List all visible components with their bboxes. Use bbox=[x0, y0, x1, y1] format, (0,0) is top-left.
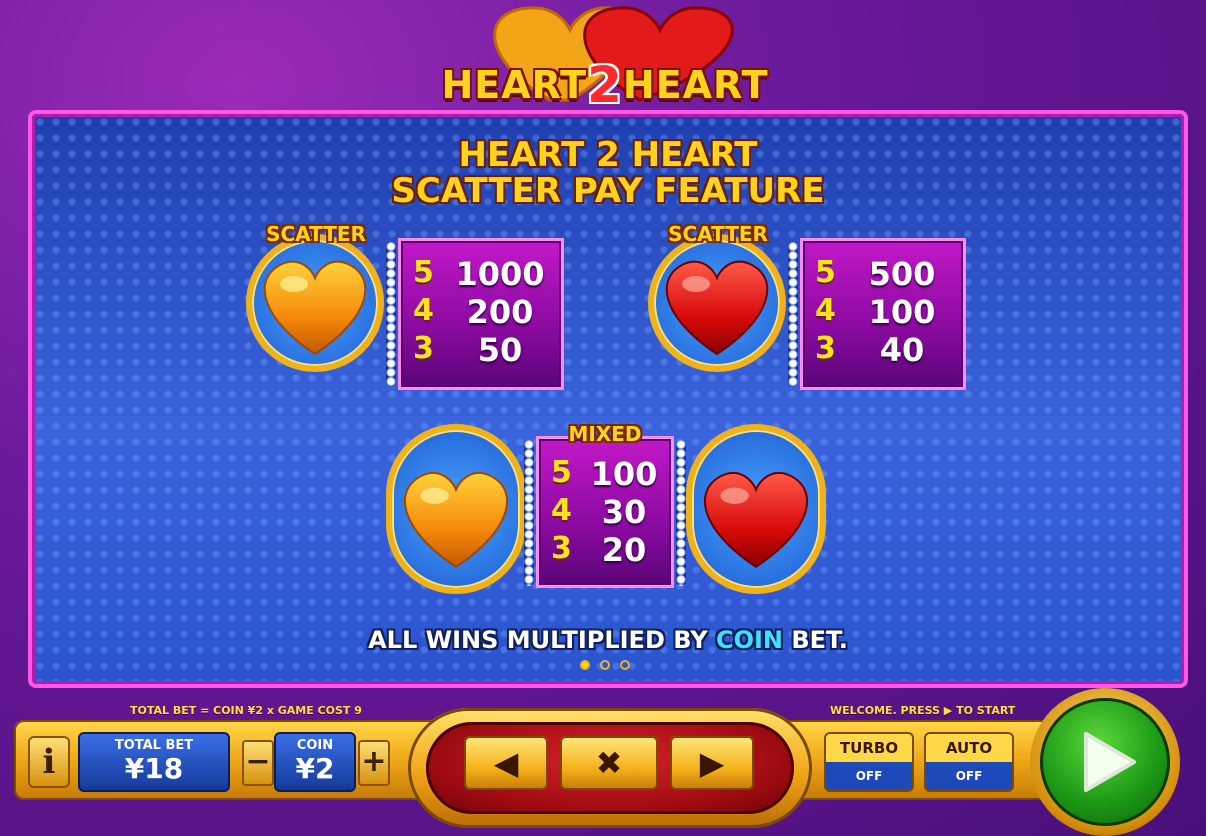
mixed-gold-symbol bbox=[386, 424, 526, 594]
panel-subtitle: SCATTER PAY FEATURE bbox=[391, 171, 825, 211]
pay-row: 5 100 bbox=[551, 455, 658, 493]
logo-text: HEART2HEART bbox=[441, 56, 769, 114]
turbo-toggle[interactable]: TURBO OFF bbox=[824, 732, 914, 792]
red-scatter-paytable: 5 500 4 100 3 40 bbox=[800, 238, 966, 390]
gold-scatter-tag: SCATTER bbox=[266, 222, 366, 246]
red-heart-icon bbox=[665, 260, 769, 356]
pay-row: 4 30 bbox=[551, 493, 647, 531]
coin-value: ¥2 bbox=[295, 752, 335, 785]
total-bet-formula: TOTAL BET = COIN ¥2 x GAME COST 9 bbox=[130, 704, 362, 717]
red-scatter-symbol bbox=[648, 234, 786, 372]
bead-divider bbox=[676, 440, 686, 586]
paytable-panel: HEART 2 HEART SCATTER PAY FEATURE SCATTE… bbox=[28, 110, 1188, 688]
total-bet-display: TOTAL BET ¥18 bbox=[78, 732, 230, 792]
game-logo: HEART2HEART bbox=[420, 0, 790, 114]
pay-row: 3 40 bbox=[815, 331, 925, 369]
bead-divider bbox=[524, 440, 534, 586]
pay-row: 4 200 bbox=[413, 293, 534, 331]
total-bet-label: TOTAL BET bbox=[114, 738, 194, 753]
panel-title: HEART 2 HEART bbox=[458, 135, 758, 175]
play-icon bbox=[1084, 732, 1136, 792]
auto-state: OFF bbox=[955, 769, 983, 783]
pay-row: 3 20 bbox=[551, 531, 647, 569]
spin-button[interactable] bbox=[1040, 698, 1170, 826]
info-button[interactable]: i bbox=[28, 736, 70, 788]
auto-label: AUTO bbox=[945, 739, 993, 757]
bead-divider bbox=[386, 242, 396, 386]
turbo-label: TURBO bbox=[839, 739, 899, 757]
page-dot[interactable] bbox=[600, 660, 610, 670]
gold-heart-icon bbox=[404, 472, 508, 569]
pay-row: 5 500 bbox=[815, 255, 936, 293]
coin-decrease-button[interactable]: − bbox=[242, 740, 274, 786]
multiplier-note: ALL WINS MULTIPLIED BY COIN BET. bbox=[368, 626, 848, 654]
gold-heart-icon bbox=[263, 260, 367, 356]
mixed-red-symbol bbox=[686, 424, 826, 594]
red-scatter-tag: SCATTER bbox=[668, 222, 768, 246]
page-dot[interactable] bbox=[620, 660, 630, 670]
gold-scatter-paytable: 5 1000 4 200 3 50 bbox=[398, 238, 564, 390]
turbo-state: OFF bbox=[855, 769, 883, 783]
close-paytable-button[interactable]: ✖ bbox=[560, 736, 658, 790]
gold-scatter-symbol bbox=[246, 234, 384, 372]
total-bet-value: ¥18 bbox=[124, 752, 184, 785]
prev-page-button[interactable]: ◀ bbox=[464, 736, 548, 790]
welcome-message: WELCOME. PRESS ▶ TO START bbox=[830, 704, 1016, 717]
coin-increase-button[interactable]: + bbox=[358, 740, 390, 786]
pay-row: 3 50 bbox=[413, 331, 523, 369]
next-page-button[interactable]: ▶ bbox=[670, 736, 754, 790]
coin-label: COIN bbox=[296, 738, 334, 753]
coin-display: COIN ¥2 bbox=[274, 732, 356, 792]
red-heart-icon bbox=[704, 472, 808, 569]
pay-row: 5 1000 bbox=[413, 255, 545, 293]
bead-divider bbox=[788, 242, 798, 386]
mixed-tag: MIXED bbox=[568, 422, 642, 446]
mixed-paytable: 5 100 4 30 3 20 bbox=[536, 436, 674, 588]
pay-row: 4 100 bbox=[815, 293, 936, 331]
page-dot-active[interactable] bbox=[580, 660, 590, 670]
auto-toggle[interactable]: AUTO OFF bbox=[924, 732, 1014, 792]
